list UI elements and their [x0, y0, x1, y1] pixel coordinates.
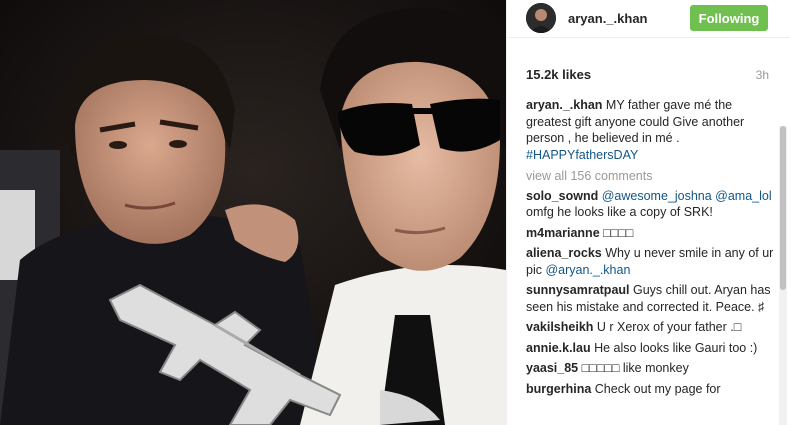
comment-text: □□□□: [599, 225, 634, 240]
comment-username[interactable]: m4marianne: [526, 226, 600, 240]
comment-text: U r Xerox of your father .□: [593, 320, 742, 334]
avatar[interactable]: [526, 3, 556, 33]
avatar-image: [526, 3, 556, 33]
comment-username[interactable]: burgerhina: [526, 382, 591, 396]
scrollbar-thumb[interactable]: [780, 126, 786, 290]
comment-text: He also looks like Gauri too :): [590, 340, 758, 355]
comment-item: vakilsheikh U r Xerox of your father .□: [526, 319, 774, 336]
comment-username[interactable]: annie.k.lau: [526, 341, 591, 355]
comment-item: annie.k.lau He also looks like Gauri too…: [526, 340, 774, 357]
post-header: aryan._.khan Following: [507, 0, 790, 38]
comment-username[interactable]: solo_sownd: [526, 189, 598, 203]
comment-item: m4marianne □□□□: [526, 225, 774, 242]
comment-text: □□□□□ like monkey: [578, 361, 689, 375]
post-stats: 15.2k likes 3h: [526, 67, 769, 85]
comment-username[interactable]: vakilsheikh: [526, 320, 593, 334]
caption-hashtag[interactable]: #HAPPYfathersDAY: [526, 148, 638, 162]
post-caption: aryan._.khan MY father gave mé the great…: [526, 97, 774, 163]
post-timestamp[interactable]: 3h: [756, 68, 769, 82]
comments-scrollbar[interactable]: [779, 126, 787, 425]
comment-mention[interactable]: @awesome_joshna @ama_lol: [602, 189, 772, 203]
post-photo[interactable]: [0, 0, 506, 425]
comment-mention[interactable]: @aryan._.khan: [545, 263, 630, 277]
comment-item: solo_sownd @awesome_joshna @ama_lol omfg…: [526, 188, 774, 221]
comment-username[interactable]: sunnysamratpaul: [526, 283, 630, 297]
username-link[interactable]: aryan._.khan: [568, 11, 648, 26]
comment-username[interactable]: yaasi_85: [526, 361, 578, 375]
following-button[interactable]: Following: [690, 5, 768, 31]
comment-username[interactable]: aliena_rocks: [526, 246, 602, 260]
comment-item: aliena_rocks Why u never smile in any of…: [526, 245, 774, 278]
comment-item: burgerhina Check out my page for: [526, 381, 774, 398]
like-count[interactable]: 15.2k likes: [526, 67, 591, 82]
comment-item: sunnysamratpaul Guys chill out. Aryan ha…: [526, 282, 774, 315]
comment-item: yaasi_85 □□□□□ like monkey: [526, 360, 774, 377]
view-all-comments-link[interactable]: view all 156 comments: [526, 168, 774, 185]
comment-text: omfg he looks like a copy of SRK!: [526, 205, 713, 219]
post-sidebar: aryan._.khan Following 15.2k likes 3h ar…: [506, 0, 790, 425]
comments-list[interactable]: aryan._.khan MY father gave mé the great…: [526, 97, 774, 425]
comment-text: Check out my page for: [591, 381, 721, 396]
post-photo-art: [0, 0, 506, 425]
caption-username[interactable]: aryan._.khan: [526, 98, 602, 112]
